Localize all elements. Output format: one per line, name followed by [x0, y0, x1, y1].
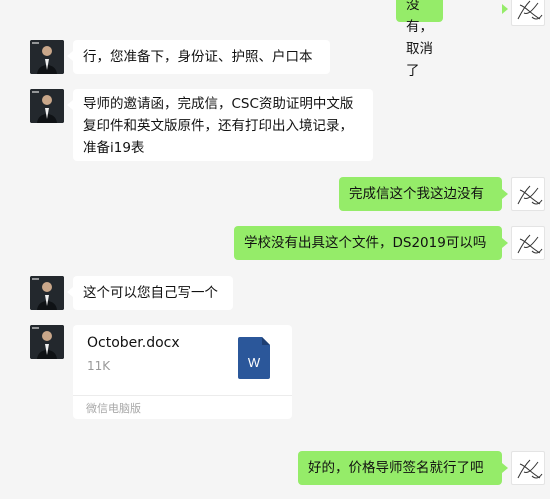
bubble-tail: [502, 463, 508, 473]
message-text: 完成信这个我这边没有: [349, 186, 484, 202]
message-bubble-other[interactable]: 导师的邀请函，完成信，CSC资助证明中文版 复印件和英文版原件，还有打印出入境记…: [73, 89, 373, 161]
message-bubble-self[interactable]: 好的，价格导师签名就行了吧: [298, 451, 502, 485]
file-size: 11K: [87, 359, 111, 373]
signature-avatar-icon: [517, 0, 543, 20]
avatar-contact[interactable]: [30, 325, 64, 359]
avatar-contact[interactable]: [30, 276, 64, 310]
message-text-line: 准备i19表: [83, 140, 145, 156]
file-name: October.docx: [87, 335, 180, 351]
message-bubble-self[interactable]: 没有，取消了: [396, 0, 443, 79]
bubble-tail: [502, 189, 508, 199]
person-avatar-icon: [30, 276, 64, 310]
message-text-line: 导师的邀请函，完成信，CSC资助证明中文版: [83, 96, 354, 112]
avatar-self[interactable]: [511, 226, 545, 260]
file-source-label: 微信电脑版: [86, 402, 141, 415]
file-card-divider: [73, 395, 292, 396]
message-text: 行，您准备下，身份证、护照、户口本: [83, 49, 313, 65]
bubble-tail: [502, 4, 508, 14]
word-document-icon: W: [238, 337, 270, 379]
message-bubble-self[interactable]: 学校没有出具这个文件，DS2019可以吗: [234, 226, 502, 260]
message-text: 这个可以您自己写一个: [83, 285, 218, 301]
word-icon-letter: W: [248, 355, 261, 370]
person-avatar-icon: [30, 325, 64, 359]
message-bubble-self[interactable]: 完成信这个我这边没有: [339, 177, 502, 211]
message-text: 没有，取消了: [406, 0, 433, 79]
file-message-card[interactable]: October.docx 11K W 微信电脑版: [73, 325, 292, 419]
person-avatar-icon: [30, 89, 64, 123]
message-text-line: 复印件和英文版原件，还有打印出入境记录，: [83, 118, 353, 134]
avatar-contact[interactable]: [30, 40, 64, 74]
bubble-tail: [502, 238, 508, 248]
avatar-self[interactable]: [511, 451, 545, 485]
signature-avatar-icon: [517, 185, 543, 205]
message-text: 学校没有出具这个文件，DS2019可以吗: [244, 235, 487, 251]
signature-avatar-icon: [517, 459, 543, 479]
message-text: 好的，价格导师签名就行了吧: [308, 460, 484, 476]
avatar-contact[interactable]: [30, 89, 64, 123]
message-bubble-other[interactable]: 这个可以您自己写一个: [73, 276, 233, 310]
message-bubble-other[interactable]: 行，您准备下，身份证、护照、户口本: [73, 40, 330, 74]
person-avatar-icon: [30, 40, 64, 74]
avatar-self[interactable]: [511, 0, 545, 26]
avatar-self[interactable]: [511, 177, 545, 211]
signature-avatar-icon: [517, 234, 543, 254]
